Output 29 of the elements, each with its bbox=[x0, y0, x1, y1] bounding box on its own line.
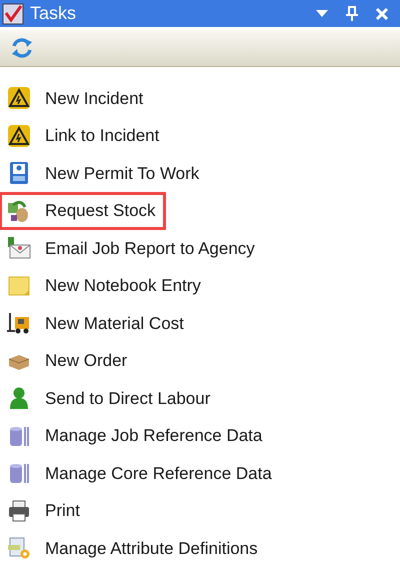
task-item[interactable]: New Material Cost bbox=[0, 304, 194, 342]
task-item[interactable]: Print bbox=[0, 492, 90, 530]
task-item[interactable]: New Permit To Work bbox=[0, 154, 210, 192]
note-icon bbox=[7, 274, 31, 298]
task-item[interactable]: Link to Incident bbox=[0, 116, 170, 155]
person-icon bbox=[7, 386, 31, 410]
warning-icon bbox=[7, 86, 31, 110]
checkbox-icon bbox=[2, 2, 24, 24]
task-item[interactable]: Manage Attribute Definitions bbox=[0, 529, 268, 567]
task-item[interactable]: New Order bbox=[0, 342, 138, 380]
forklift-icon bbox=[7, 311, 31, 336]
caret-icon bbox=[316, 10, 328, 18]
task-item[interactable]: Manage Job Reference Data bbox=[0, 416, 272, 455]
envelope-icon bbox=[7, 236, 31, 260]
printer-icon bbox=[7, 498, 31, 523]
warning-icon bbox=[7, 124, 31, 148]
task-item[interactable]: Email Job Report to Agency bbox=[0, 229, 265, 268]
task-item[interactable]: New Incident bbox=[0, 79, 154, 118]
task-item[interactable]: New Notebook Entry bbox=[0, 266, 211, 305]
task-item[interactable]: Request Stock bbox=[0, 192, 166, 230]
close-icon bbox=[375, 6, 389, 20]
refresh-icon bbox=[10, 36, 34, 60]
window-title: Tasks bbox=[30, 2, 78, 25]
task-item[interactable]: Send to Direct Labour bbox=[0, 379, 220, 418]
task-item[interactable]: Manage Core Reference Data bbox=[0, 454, 282, 492]
database-icon bbox=[7, 461, 31, 486]
document-gear-icon bbox=[7, 536, 31, 560]
pin-icon bbox=[346, 6, 358, 22]
id-card-icon bbox=[7, 161, 31, 186]
